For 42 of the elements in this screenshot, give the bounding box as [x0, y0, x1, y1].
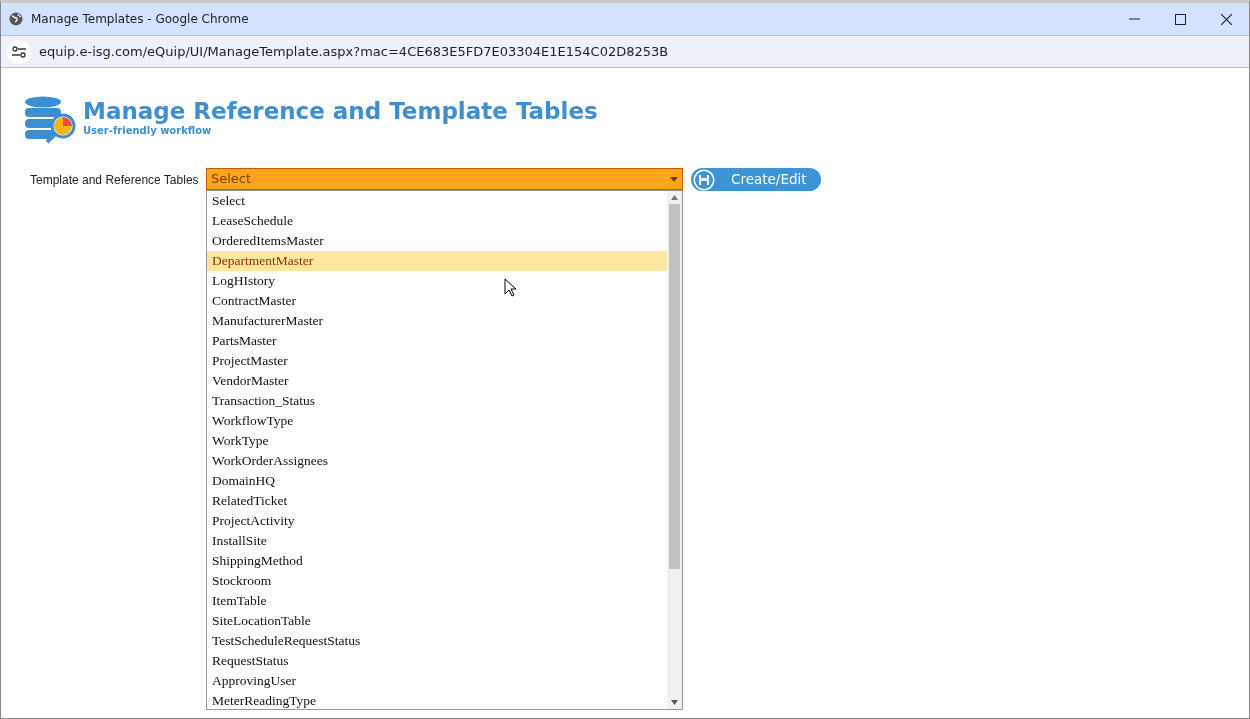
close-icon — [1220, 13, 1232, 25]
dropdown-option[interactable]: PartsMaster — [207, 331, 667, 351]
dropdown-option[interactable]: ProjectActivity — [207, 511, 667, 531]
dropdown-option[interactable]: DepartmentMaster — [207, 251, 667, 271]
table-select[interactable]: Select — [206, 168, 683, 190]
dropdown-option[interactable]: ProjectMaster — [207, 351, 667, 371]
dropdown-option[interactable]: LogHIstory — [207, 271, 667, 291]
field-label: Template and Reference Tables — [29, 172, 200, 189]
dropdown-option[interactable]: ShippingMethod — [207, 551, 667, 571]
dropdown-option[interactable]: DomainHQ — [207, 471, 667, 491]
scrollbar[interactable] — [667, 191, 682, 709]
dropdown-option[interactable]: ManufacturerMaster — [207, 311, 667, 331]
dropdown-option[interactable]: Transaction_Status — [207, 391, 667, 411]
dropdown-option[interactable]: LeaseSchedule — [207, 211, 667, 231]
page-title: Manage Reference and Template Tables — [83, 100, 598, 123]
database-chart-icon — [23, 96, 77, 144]
site-settings-icon[interactable] — [7, 39, 31, 64]
globe-icon — [9, 12, 23, 26]
dropdown-option[interactable]: RequestStatus — [207, 651, 667, 671]
dropdown-option[interactable]: MeterReadingType — [207, 691, 667, 711]
dropdown-option[interactable]: TestScheduleRequestStatus — [207, 631, 667, 651]
scroll-down-icon[interactable] — [671, 700, 678, 705]
dropdown-option[interactable]: WorkOrderAssignees — [207, 451, 667, 471]
dropdown-option[interactable]: Select — [207, 191, 667, 211]
dropdown-option[interactable]: SiteLocationTable — [207, 611, 667, 631]
dropdown-option[interactable]: ApprovingUser — [207, 671, 667, 691]
scroll-up-icon[interactable] — [671, 195, 678, 200]
dropdown-option[interactable]: WorkflowType — [207, 411, 667, 431]
page-subtitle: User-friendly workflow — [83, 124, 213, 138]
maximize-icon — [1174, 13, 1186, 25]
dropdown-option[interactable]: OrderedItemsMaster — [207, 231, 667, 251]
minimize-icon — [1128, 18, 1140, 20]
dropdown-option[interactable]: VendorMaster — [207, 371, 667, 391]
dropdown-option[interactable]: RelatedTicket — [207, 491, 667, 511]
caret-icon — [670, 176, 678, 182]
dropdown-option[interactable]: Stockroom — [207, 571, 667, 591]
dropdown-option[interactable]: WorkType — [207, 431, 667, 451]
mouse-cursor-icon — [504, 278, 517, 297]
dropdown-option[interactable]: ItemTable — [207, 591, 667, 611]
dropdown-option[interactable]: InstallSite — [207, 531, 667, 551]
dropdown-option[interactable]: ContractMaster — [207, 291, 667, 311]
window-title: Manage Templates - Google Chrome — [31, 11, 249, 28]
